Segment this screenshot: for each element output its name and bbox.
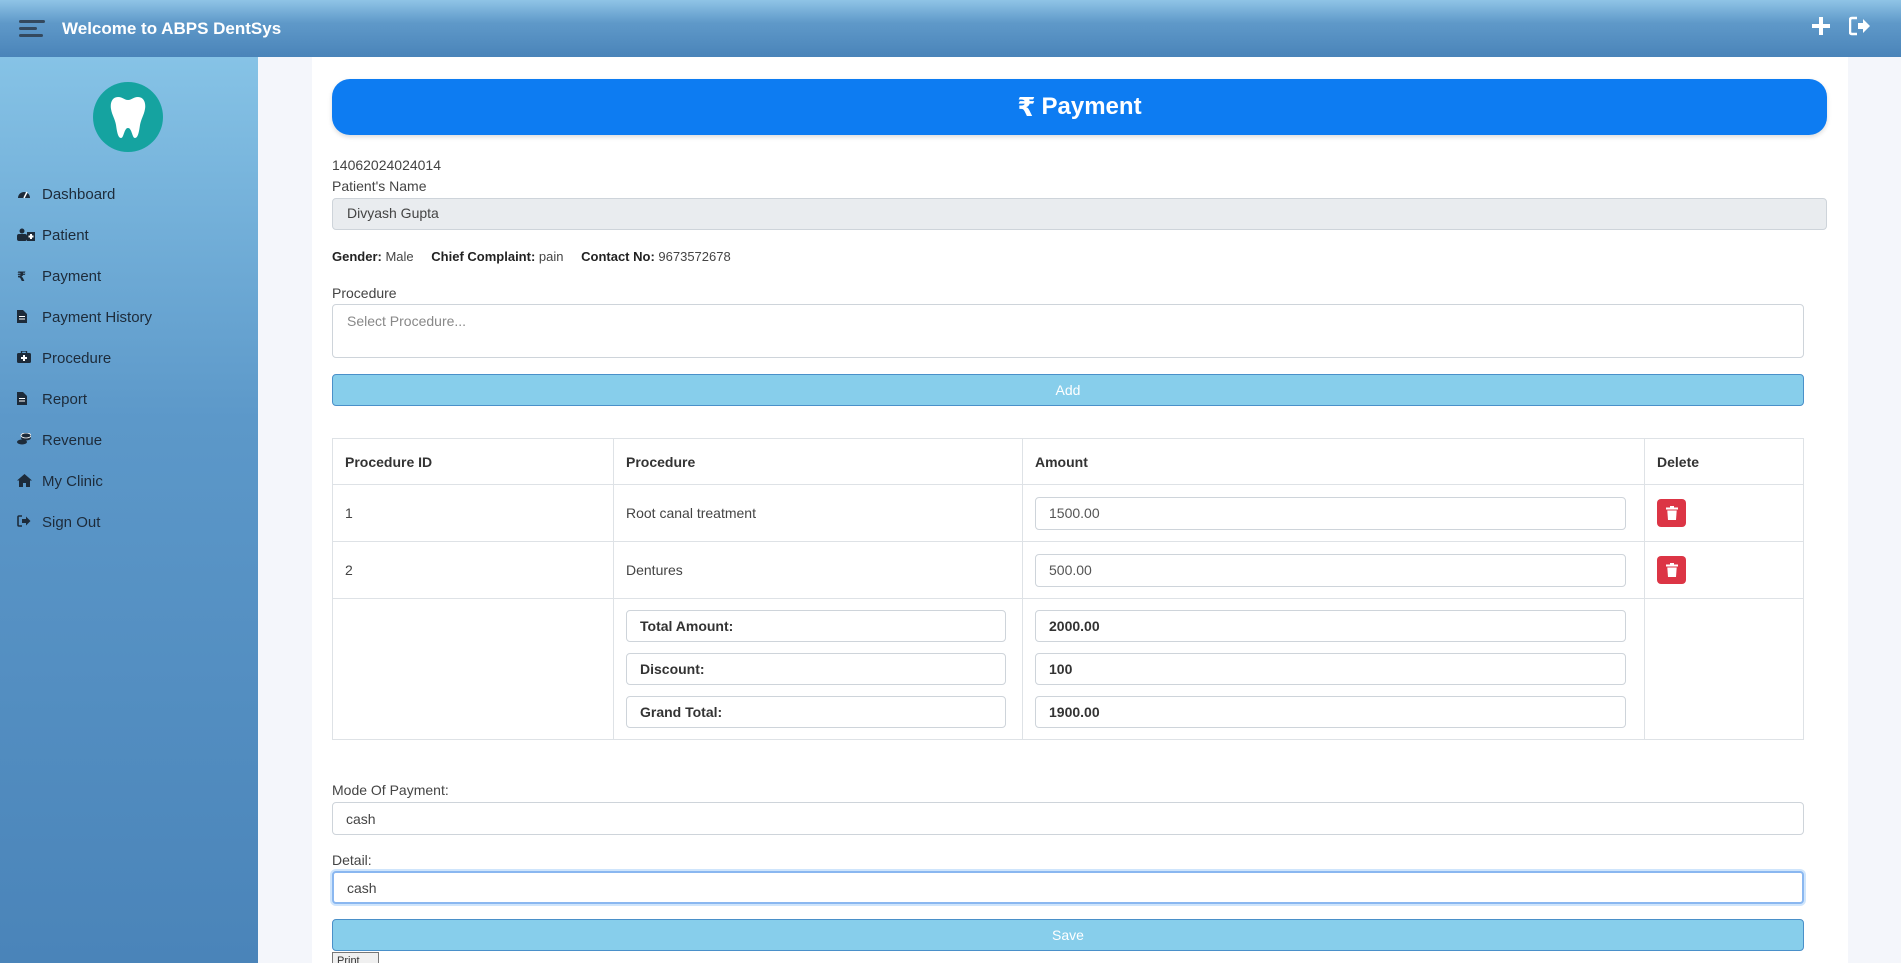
sidebar-item-label: Payment xyxy=(42,268,102,285)
procedure-id-cell: 2 xyxy=(332,541,614,599)
patient-id: 14062024024014 xyxy=(332,157,442,173)
home-icon xyxy=(17,473,37,490)
grand-total-label: Grand Total: xyxy=(626,696,1006,728)
procedure-name-cell: Dentures xyxy=(613,541,1023,599)
detail-input[interactable]: cash xyxy=(332,871,1804,904)
coins-icon xyxy=(17,432,37,448)
sidebar-item-label: Revenue xyxy=(42,432,103,449)
total-amount-label: Total Amount: xyxy=(626,610,1006,642)
patient-name-label: Patient's Name xyxy=(332,178,427,194)
column-header: Procedure xyxy=(613,438,1023,485)
procedure-select[interactable]: Select Procedure... xyxy=(332,304,1804,358)
page-title: ₹ Payment xyxy=(332,79,1827,135)
complaint-value: pain xyxy=(538,249,564,264)
discount-input[interactable]: 100 xyxy=(1035,653,1626,685)
discount-label: Discount: xyxy=(626,653,1006,685)
sidebar-item-sign-out[interactable]: Sign Out xyxy=(0,502,258,543)
contact-value: 9673572678 xyxy=(658,249,731,264)
app-title: Welcome to ABPS DentSys xyxy=(62,18,282,38)
rupee-icon: ₹ xyxy=(1017,91,1036,122)
tooth-logo-icon xyxy=(93,82,163,152)
sidebar-item-payment[interactable]: ₹ Payment xyxy=(0,256,258,297)
trash-icon[interactable] xyxy=(1657,499,1686,527)
sidebar-item-label: Sign Out xyxy=(42,514,101,531)
trash-icon[interactable] xyxy=(1657,556,1686,584)
complaint-label: Chief Complaint: xyxy=(431,249,536,264)
patient-icon xyxy=(17,228,37,244)
menu-icon[interactable] xyxy=(19,16,45,41)
sign-out-icon[interactable] xyxy=(1848,16,1871,41)
column-header: Amount xyxy=(1022,438,1645,485)
rupee-icon: ₹ xyxy=(17,268,27,284)
column-header: Delete xyxy=(1644,438,1804,485)
gender-label: Gender: xyxy=(332,249,382,264)
procedure-table: Procedure ID Procedure Amount Delete 1 R… xyxy=(332,438,1804,740)
sidebar-item-payment-history[interactable]: Payment History xyxy=(0,297,258,338)
total-amount-field: 2000.00 xyxy=(1035,610,1626,642)
sidebar-item-dashboard[interactable]: Dashboard xyxy=(0,174,258,215)
sidebar: Dashboard Patient ₹ Payment Payment Hist… xyxy=(0,57,258,963)
procedure-id-cell: 1 xyxy=(332,484,614,542)
patient-name-field: Divyash Gupta xyxy=(332,198,1827,230)
print-button[interactable]: Print xyxy=(332,952,379,963)
sidebar-item-label: Dashboard xyxy=(42,186,116,203)
sidebar-nav: Dashboard Patient ₹ Payment Payment Hist… xyxy=(0,174,258,543)
procedure-name-cell: Root canal treatment xyxy=(613,484,1023,542)
main-content: ₹ Payment 14062024024014 Patient's Name … xyxy=(312,57,1848,963)
summary-row: Total Amount: Discount: Grand Total: 200… xyxy=(332,598,1804,740)
sidebar-item-label: My Clinic xyxy=(42,473,103,490)
patient-meta: Gender: Male Chief Complaint: pain Conta… xyxy=(332,249,731,264)
sidebar-item-label: Patient xyxy=(42,227,89,244)
save-button[interactable]: Save xyxy=(332,919,1804,951)
file-icon xyxy=(17,309,37,326)
sidebar-item-label: Payment History xyxy=(42,309,153,326)
procedure-label: Procedure xyxy=(332,285,397,301)
file-icon xyxy=(17,391,37,408)
add-button[interactable]: Add xyxy=(332,374,1804,406)
table-row: 1 Root canal treatment 1500.00 xyxy=(332,484,1804,542)
grand-total-field: 1900.00 xyxy=(1035,696,1626,728)
contact-label: Contact No: xyxy=(581,249,655,264)
gender-value: Male xyxy=(385,249,414,264)
sidebar-item-procedure[interactable]: Procedure xyxy=(0,338,258,379)
amount-input[interactable]: 500.00 xyxy=(1035,553,1626,587)
sidebar-item-report[interactable]: Report xyxy=(0,379,258,420)
plus-icon[interactable] xyxy=(1811,16,1831,41)
sidebar-item-revenue[interactable]: Revenue xyxy=(0,420,258,461)
mode-of-payment-input[interactable]: cash xyxy=(332,802,1804,835)
page-title-text: Payment xyxy=(1041,93,1142,120)
dashboard-icon xyxy=(17,187,37,202)
sidebar-item-label: Report xyxy=(42,391,88,408)
sidebar-item-patient[interactable]: Patient xyxy=(0,215,258,256)
sign-out-icon xyxy=(17,515,37,530)
amount-input[interactable]: 1500.00 xyxy=(1035,496,1626,530)
detail-label: Detail: xyxy=(332,852,372,868)
column-header: Procedure ID xyxy=(332,438,614,485)
medkit-icon xyxy=(17,350,37,366)
sidebar-item-my-clinic[interactable]: My Clinic xyxy=(0,461,258,502)
top-bar: Welcome to ABPS DentSys xyxy=(0,0,1901,57)
table-row: 2 Dentures 500.00 xyxy=(332,541,1804,599)
mode-of-payment-label: Mode Of Payment: xyxy=(332,782,449,798)
sidebar-item-label: Procedure xyxy=(42,350,112,367)
